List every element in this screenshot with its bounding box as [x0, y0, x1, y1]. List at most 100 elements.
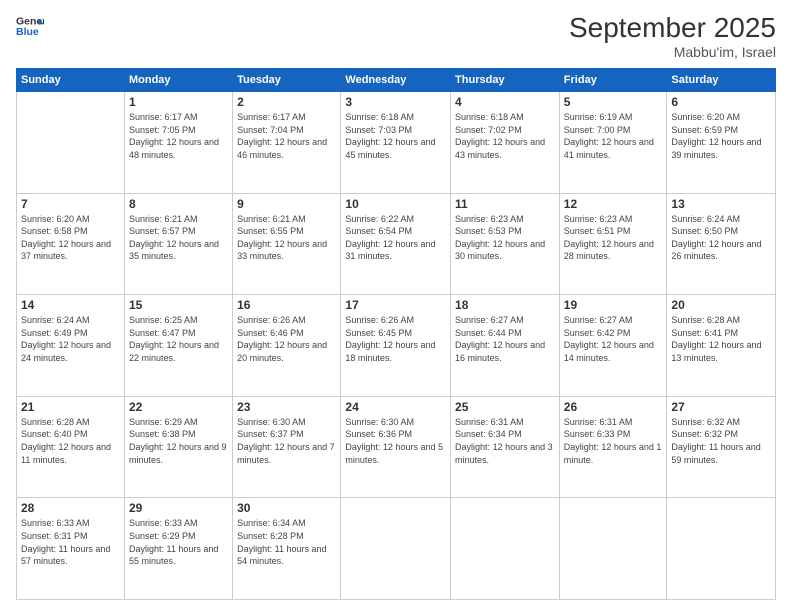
- col-monday: Monday: [124, 69, 232, 92]
- day-number: 24: [345, 400, 446, 414]
- day-number: 27: [671, 400, 771, 414]
- day-cell: 10 Sunrise: 6:22 AMSunset: 6:54 PMDayligh…: [341, 193, 451, 295]
- day-info: Sunrise: 6:27 AMSunset: 6:44 PMDaylight:…: [455, 314, 555, 364]
- day-info: Sunrise: 6:20 AMSunset: 6:59 PMDaylight:…: [671, 111, 771, 161]
- day-cell: 6 Sunrise: 6:20 AMSunset: 6:59 PMDaylight…: [667, 92, 776, 194]
- day-info: Sunrise: 6:21 AMSunset: 6:55 PMDaylight:…: [237, 213, 336, 263]
- day-number: 2: [237, 95, 336, 109]
- day-cell: 22 Sunrise: 6:29 AMSunset: 6:38 PMDayligh…: [124, 396, 232, 498]
- day-cell: 24 Sunrise: 6:30 AMSunset: 6:36 PMDayligh…: [341, 396, 451, 498]
- day-cell: 8 Sunrise: 6:21 AMSunset: 6:57 PMDaylight…: [124, 193, 232, 295]
- day-info: Sunrise: 6:29 AMSunset: 6:38 PMDaylight:…: [129, 416, 228, 466]
- day-info: Sunrise: 6:17 AMSunset: 7:05 PMDaylight:…: [129, 111, 228, 161]
- day-cell: 23 Sunrise: 6:30 AMSunset: 6:37 PMDayligh…: [233, 396, 341, 498]
- day-cell: 29Sunrise: 6:33 AMSunset: 6:29 PMDayligh…: [124, 498, 232, 600]
- day-cell: 16 Sunrise: 6:26 AMSunset: 6:46 PMDayligh…: [233, 295, 341, 397]
- day-info: Sunrise: 6:31 AMSunset: 6:34 PMDaylight:…: [455, 416, 555, 466]
- day-number: 30: [237, 501, 336, 515]
- day-info: Sunrise: 6:20 AMSunset: 6:58 PMDaylight:…: [21, 213, 120, 263]
- day-cell: 18 Sunrise: 6:27 AMSunset: 6:44 PMDayligh…: [451, 295, 560, 397]
- day-number: 18: [455, 298, 555, 312]
- day-info: Sunrise: 6:33 AMSunset: 6:29 PMDaylight:…: [129, 517, 228, 567]
- day-cell: 14Sunrise: 6:24 AMSunset: 6:49 PMDayligh…: [17, 295, 125, 397]
- day-info: Sunrise: 6:30 AMSunset: 6:36 PMDaylight:…: [345, 416, 446, 466]
- week-row-0: 1 Sunrise: 6:17 AMSunset: 7:05 PMDaylight…: [17, 92, 776, 194]
- col-thursday: Thursday: [451, 69, 560, 92]
- day-number: 25: [455, 400, 555, 414]
- header-row: Sunday Monday Tuesday Wednesday Thursday…: [17, 69, 776, 92]
- day-number: 9: [237, 197, 336, 211]
- day-number: 28: [21, 501, 120, 515]
- day-info: Sunrise: 6:21 AMSunset: 6:57 PMDaylight:…: [129, 213, 228, 263]
- day-cell: 13 Sunrise: 6:24 AMSunset: 6:50 PMDayligh…: [667, 193, 776, 295]
- day-number: 3: [345, 95, 446, 109]
- logo: General Blue: [16, 12, 44, 40]
- week-row-4: 28 Sunrise: 6:33 AMSunset: 6:31 PMDayligh…: [17, 498, 776, 600]
- day-info: Sunrise: 6:26 AMSunset: 6:46 PMDaylight:…: [237, 314, 336, 364]
- day-number: 11: [455, 197, 555, 211]
- day-cell: [17, 92, 125, 194]
- day-cell: 26 Sunrise: 6:31 AMSunset: 6:33 PMDayligh…: [559, 396, 667, 498]
- day-number: 7: [21, 197, 120, 211]
- day-info: Sunrise: 6:33 AMSunset: 6:31 PMDaylight:…: [21, 517, 120, 567]
- day-cell: 3 Sunrise: 6:18 AMSunset: 7:03 PMDaylight…: [341, 92, 451, 194]
- day-info: Sunrise: 6:17 AMSunset: 7:04 PMDaylight:…: [237, 111, 336, 161]
- day-number: 13: [671, 197, 771, 211]
- day-info: Sunrise: 6:19 AMSunset: 7:00 PMDaylight:…: [564, 111, 663, 161]
- day-info: Sunrise: 6:18 AMSunset: 7:03 PMDaylight:…: [345, 111, 446, 161]
- week-row-1: 7 Sunrise: 6:20 AMSunset: 6:58 PMDaylight…: [17, 193, 776, 295]
- day-cell: 25 Sunrise: 6:31 AMSunset: 6:34 PMDayligh…: [451, 396, 560, 498]
- day-number: 22: [129, 400, 228, 414]
- day-info: Sunrise: 6:23 AMSunset: 6:51 PMDaylight:…: [564, 213, 663, 263]
- day-number: 16: [237, 298, 336, 312]
- title-block: September 2025 Mabbu'im, Israel: [569, 12, 776, 60]
- day-number: 14: [21, 298, 120, 312]
- day-info: Sunrise: 6:25 AMSunset: 6:47 PMDaylight:…: [129, 314, 228, 364]
- day-info: Sunrise: 6:22 AMSunset: 6:54 PMDaylight:…: [345, 213, 446, 263]
- day-cell: 9 Sunrise: 6:21 AMSunset: 6:55 PMDaylight…: [233, 193, 341, 295]
- day-cell: [341, 498, 451, 600]
- day-info: Sunrise: 6:23 AMSunset: 6:53 PMDaylight:…: [455, 213, 555, 263]
- day-cell: [451, 498, 560, 600]
- col-saturday: Saturday: [667, 69, 776, 92]
- logo-icon: General Blue: [16, 12, 44, 40]
- col-friday: Friday: [559, 69, 667, 92]
- location: Mabbu'im, Israel: [569, 44, 776, 60]
- day-cell: 27 Sunrise: 6:32 AMSunset: 6:32 PMDayligh…: [667, 396, 776, 498]
- day-cell: [667, 498, 776, 600]
- day-number: 8: [129, 197, 228, 211]
- col-wednesday: Wednesday: [341, 69, 451, 92]
- header: General Blue September 2025 Mabbu'im, Is…: [16, 12, 776, 60]
- calendar-table: Sunday Monday Tuesday Wednesday Thursday…: [16, 68, 776, 600]
- week-row-2: 14Sunrise: 6:24 AMSunset: 6:49 PMDayligh…: [17, 295, 776, 397]
- day-info: Sunrise: 6:34 AMSunset: 6:28 PMDaylight:…: [237, 517, 336, 567]
- day-number: 6: [671, 95, 771, 109]
- day-info: Sunrise: 6:26 AMSunset: 6:45 PMDaylight:…: [345, 314, 446, 364]
- day-cell: 4 Sunrise: 6:18 AMSunset: 7:02 PMDaylight…: [451, 92, 560, 194]
- day-number: 12: [564, 197, 663, 211]
- day-number: 4: [455, 95, 555, 109]
- day-cell: 2 Sunrise: 6:17 AMSunset: 7:04 PMDaylight…: [233, 92, 341, 194]
- day-info: Sunrise: 6:27 AMSunset: 6:42 PMDaylight:…: [564, 314, 663, 364]
- day-number: 10: [345, 197, 446, 211]
- day-cell: 15Sunrise: 6:25 AMSunset: 6:47 PMDayligh…: [124, 295, 232, 397]
- day-cell: 20Sunrise: 6:28 AMSunset: 6:41 PMDayligh…: [667, 295, 776, 397]
- day-info: Sunrise: 6:28 AMSunset: 6:40 PMDaylight:…: [21, 416, 120, 466]
- day-cell: 17Sunrise: 6:26 AMSunset: 6:45 PMDayligh…: [341, 295, 451, 397]
- day-cell: 12 Sunrise: 6:23 AMSunset: 6:51 PMDayligh…: [559, 193, 667, 295]
- day-cell: 7 Sunrise: 6:20 AMSunset: 6:58 PMDaylight…: [17, 193, 125, 295]
- month-title: September 2025: [569, 12, 776, 44]
- day-info: Sunrise: 6:31 AMSunset: 6:33 PMDaylight:…: [564, 416, 663, 466]
- day-info: Sunrise: 6:32 AMSunset: 6:32 PMDaylight:…: [671, 416, 771, 466]
- day-number: 26: [564, 400, 663, 414]
- day-number: 1: [129, 95, 228, 109]
- day-cell: 1 Sunrise: 6:17 AMSunset: 7:05 PMDaylight…: [124, 92, 232, 194]
- day-cell: 5Sunrise: 6:19 AMSunset: 7:00 PMDaylight…: [559, 92, 667, 194]
- day-info: Sunrise: 6:30 AMSunset: 6:37 PMDaylight:…: [237, 416, 336, 466]
- day-info: Sunrise: 6:24 AMSunset: 6:50 PMDaylight:…: [671, 213, 771, 263]
- day-cell: 28 Sunrise: 6:33 AMSunset: 6:31 PMDayligh…: [17, 498, 125, 600]
- day-number: 23: [237, 400, 336, 414]
- day-info: Sunrise: 6:18 AMSunset: 7:02 PMDaylight:…: [455, 111, 555, 161]
- day-cell: 21Sunrise: 6:28 AMSunset: 6:40 PMDayligh…: [17, 396, 125, 498]
- day-info: Sunrise: 6:28 AMSunset: 6:41 PMDaylight:…: [671, 314, 771, 364]
